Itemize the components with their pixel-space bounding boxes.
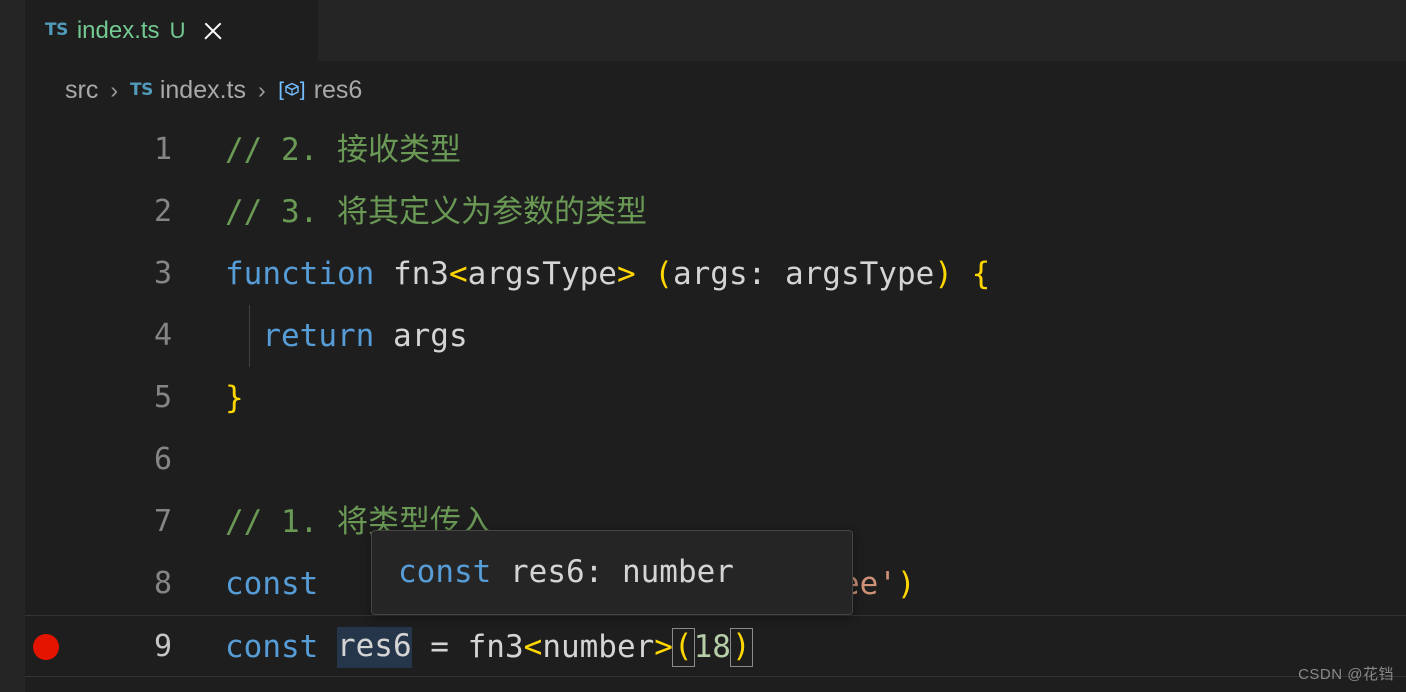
editor-tab-index-ts[interactable]: TS index.ts U: [25, 0, 318, 61]
code-token: fn3: [467, 628, 524, 665]
code-token: <: [448, 255, 468, 292]
code-token: const: [225, 628, 337, 665]
code-line-content: }: [225, 367, 244, 429]
line-gutter[interactable]: 7: [25, 491, 200, 553]
code-line[interactable]: 1 // 2. 接收类型: [25, 119, 1406, 181]
code-line[interactable]: 2 // 3. 将其定义为参数的类型: [25, 181, 1406, 243]
line-gutter[interactable]: 2: [25, 181, 200, 243]
line-number: 8: [153, 566, 172, 601]
line-gutter[interactable]: 9: [25, 616, 200, 678]
code-line-content: const res6 = fn3 < number >(18): [225, 616, 753, 678]
code-token: ): [896, 565, 916, 602]
breadcrumb-separator: ›: [110, 76, 118, 103]
code-token: // 2. 接收类型: [225, 131, 461, 168]
tab-git-status-badge: U: [169, 17, 186, 43]
code-token: (: [671, 627, 695, 667]
line-number: 2: [153, 194, 172, 229]
line-number: 9: [153, 629, 172, 664]
line-gutter[interactable]: 8: [25, 553, 200, 615]
activity-bar-strip: [0, 0, 25, 692]
svg-text:]: ]: [298, 78, 306, 102]
line-number: 1: [153, 132, 172, 167]
code-line-content: // 2. 接收类型: [225, 119, 461, 181]
code-token: ): [729, 627, 753, 667]
code-line[interactable]: 3 function fn3 < argsType > (args: argsType)…: [25, 243, 1406, 305]
code-line-content: return args: [225, 305, 468, 367]
line-number: 6: [153, 442, 172, 477]
breadcrumb-item-res6[interactable]: res6: [314, 77, 363, 103]
code-token: args: [374, 317, 468, 354]
tab-filename: index.ts: [76, 16, 160, 44]
code-token: {: [971, 255, 991, 292]
breadcrumb-separator: ›: [258, 76, 266, 103]
code-line[interactable]: 9 const res6 = fn3 < number >(18): [25, 615, 1406, 677]
ts-file-icon: TS: [45, 20, 68, 40]
hover-tooltip: const res6: number: [371, 530, 853, 615]
code-token: 18: [693, 628, 731, 665]
code-token: const: [225, 565, 319, 602]
line-number: 5: [153, 380, 172, 415]
code-token: res6: [336, 626, 412, 668]
line-number: 3: [153, 256, 172, 291]
code-token: args: argsType: [672, 255, 935, 292]
watermark: CSDN @花铛: [1298, 666, 1394, 683]
line-gutter[interactable]: 1: [25, 119, 200, 181]
code-token: <: [523, 628, 543, 665]
code-line-content: // 3. 将其定义为参数的类型: [225, 181, 647, 243]
vscode-window: TS index.ts U src › TS index.ts › [ ] re…: [0, 0, 1406, 692]
line-gutter[interactable]: 3: [25, 243, 200, 305]
code-token: number: [542, 628, 655, 665]
code-token: // 3. 将其定义为参数的类型: [225, 193, 647, 230]
line-gutter[interactable]: 4: [25, 305, 200, 367]
editor-tab-bar: TS index.ts U: [25, 0, 1406, 61]
code-line[interactable]: 4 return args: [25, 305, 1406, 367]
code-token: argsType: [467, 255, 617, 292]
code-line[interactable]: 6: [25, 429, 1406, 491]
code-line[interactable]: 5}: [25, 367, 1406, 429]
line-gutter[interactable]: 6: [25, 429, 200, 491]
hover-tooltip-text: const res6: number: [398, 557, 734, 588]
code-token: }: [225, 379, 244, 416]
code-token: (: [654, 255, 673, 292]
code-token: =: [411, 628, 468, 665]
ts-file-icon: TS: [130, 79, 153, 100]
code-token: >: [616, 255, 636, 292]
close-icon[interactable]: [200, 18, 226, 44]
code-line-content: function fn3 < argsType > (args: argsType) …: [225, 243, 990, 305]
hover-tooltip-signature: res6: number: [491, 554, 734, 590]
code-token: ): [934, 255, 953, 292]
symbol-variable-icon: [ ]: [278, 77, 306, 103]
breadcrumb-item-index-ts[interactable]: index.ts: [160, 77, 246, 103]
code-token: >: [654, 628, 673, 665]
code-token: return: [262, 317, 375, 354]
line-number: 7: [153, 504, 172, 539]
line-number: 4: [153, 318, 172, 353]
breadcrumb-item-src[interactable]: src: [65, 77, 98, 103]
hover-tooltip-keyword: const: [398, 554, 492, 590]
svg-text:[: [: [278, 78, 286, 102]
breadcrumb: src › TS index.ts › [ ] res6: [25, 61, 1406, 119]
breakpoint-icon[interactable]: [33, 634, 59, 660]
code-token: fn3: [392, 255, 449, 292]
line-gutter[interactable]: 5: [25, 367, 200, 429]
code-token: function: [225, 255, 393, 292]
